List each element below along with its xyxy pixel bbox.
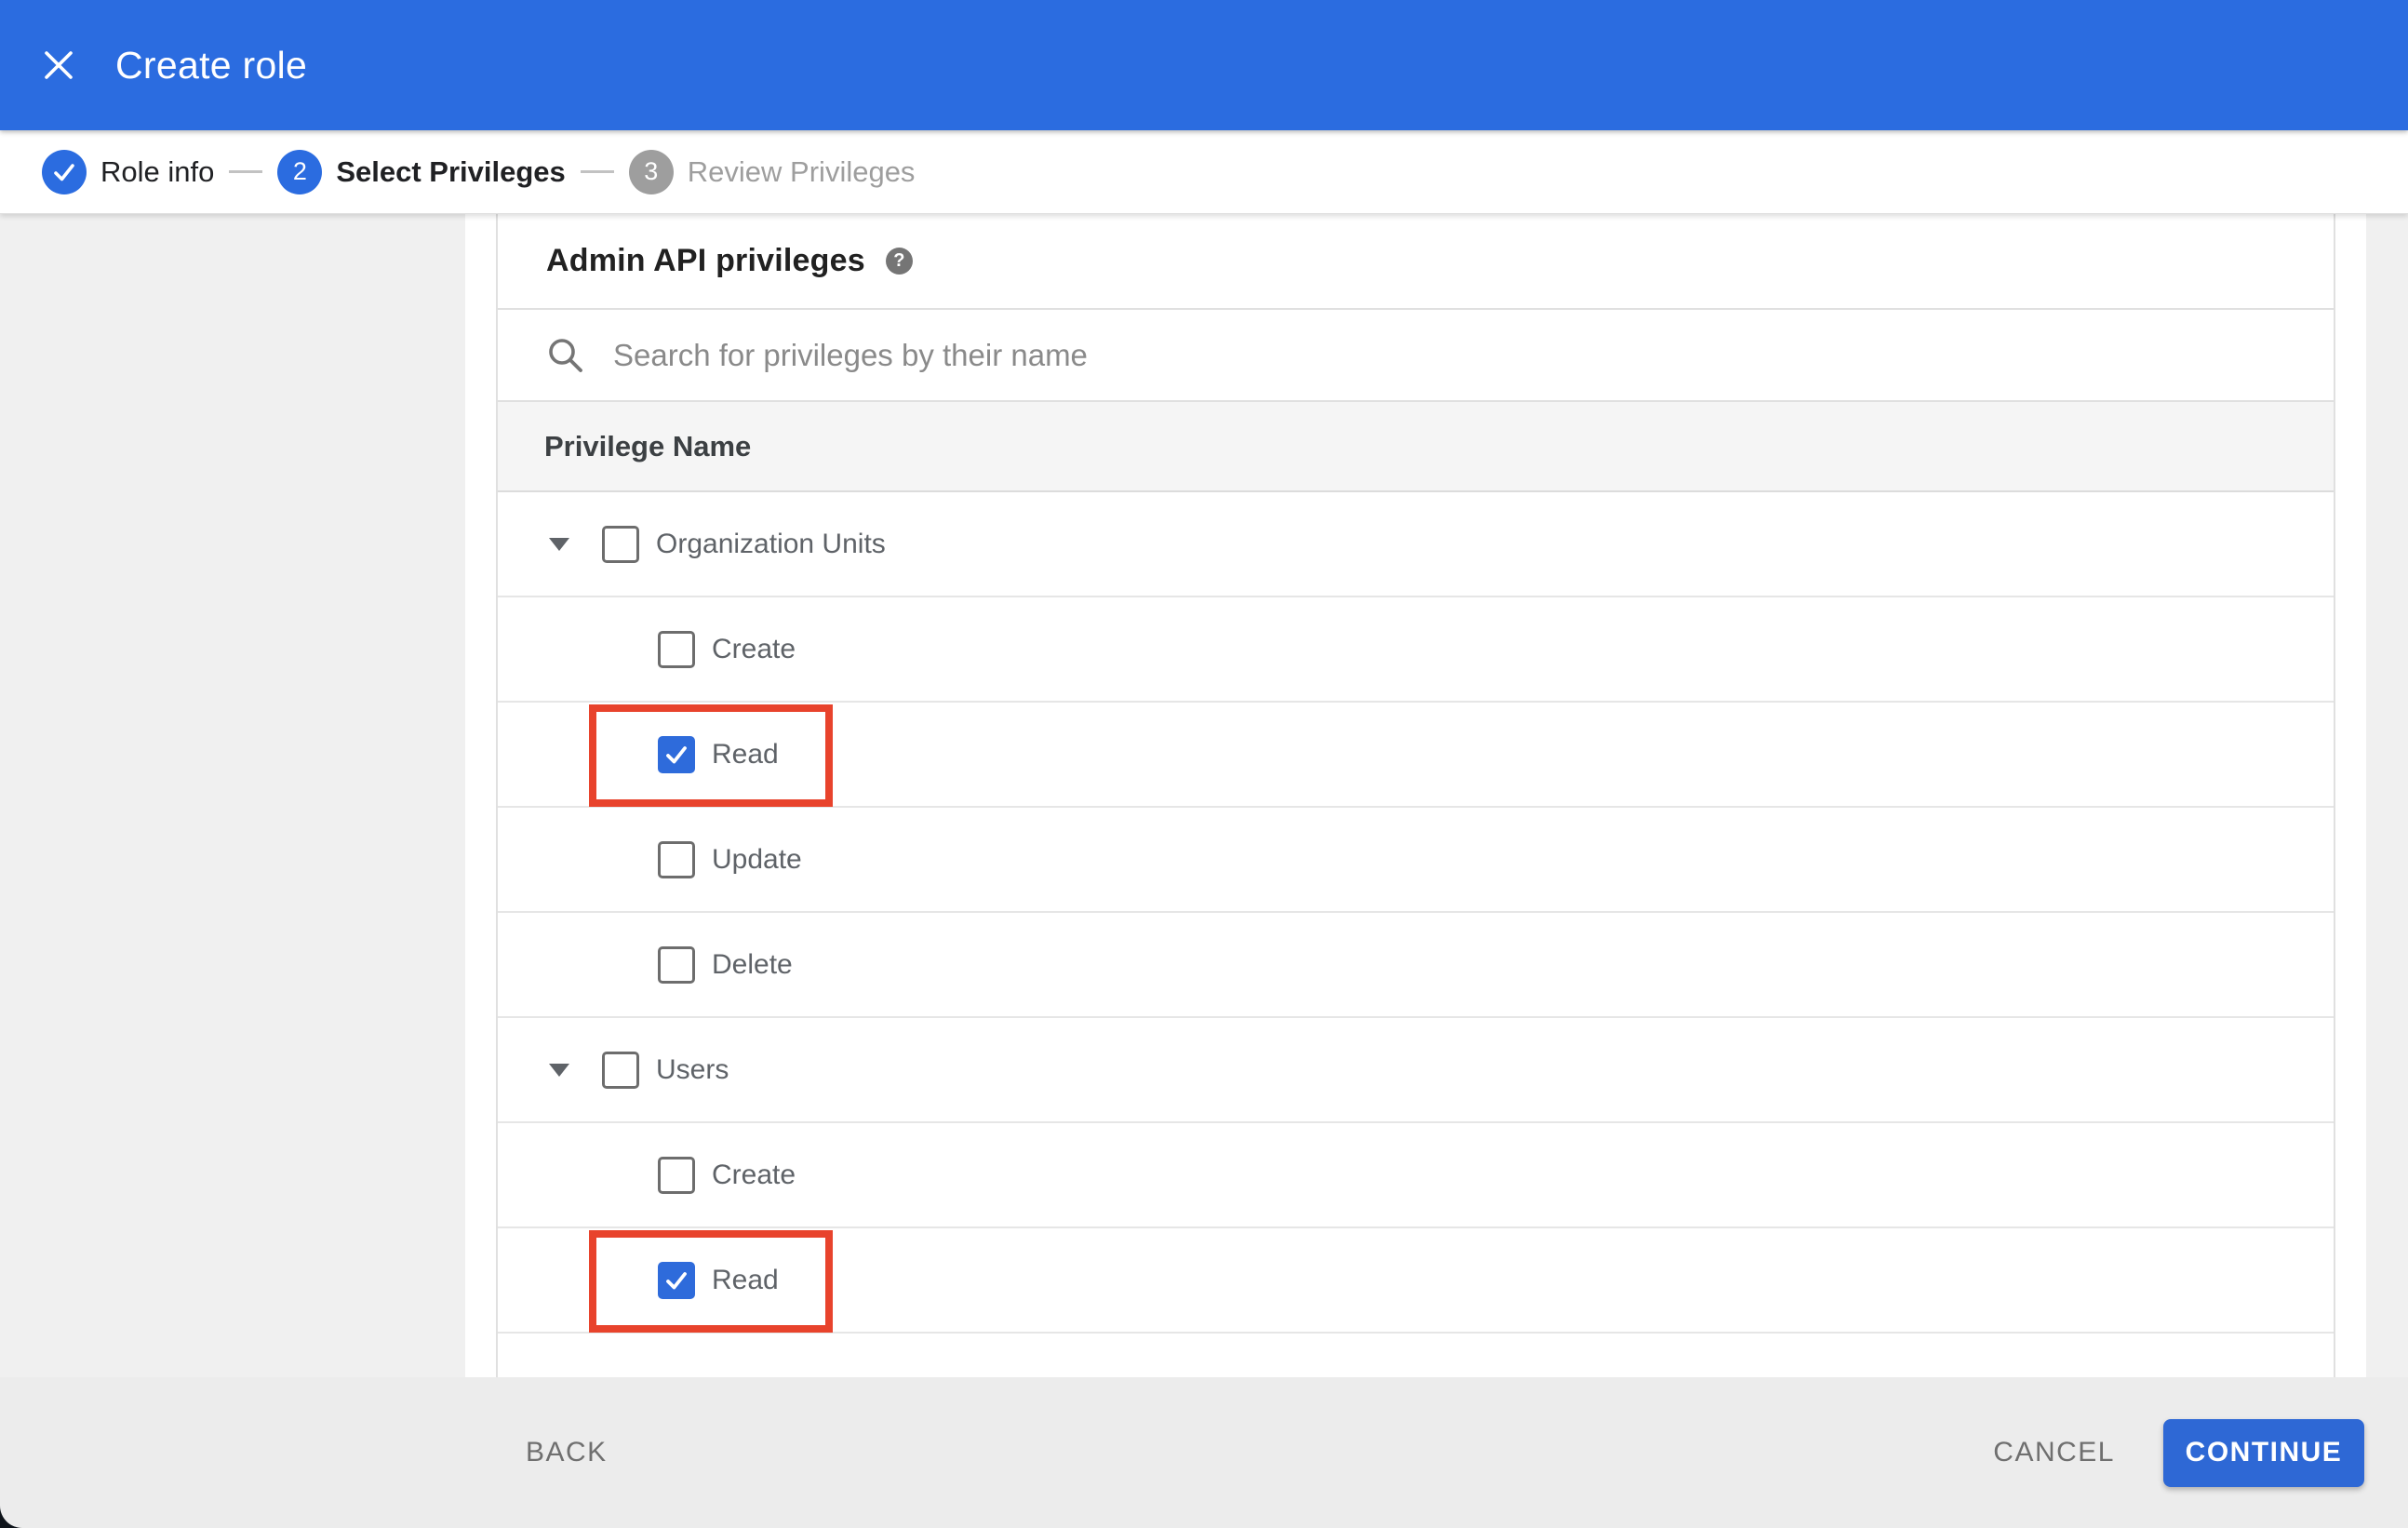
table-column-header: Privilege Name — [498, 402, 2334, 492]
privilege-label: Read — [712, 1264, 779, 1295]
check-icon — [666, 1271, 687, 1289]
privilege-checkbox[interactable] — [658, 945, 695, 984]
search-input[interactable] — [613, 337, 2009, 373]
step1-check-circle — [42, 149, 87, 194]
footer-bar: BACK CANCEL CONTINUE — [0, 1377, 2408, 1528]
collapse-triangle-icon[interactable] — [549, 537, 569, 551]
cancel-button[interactable]: CANCEL — [1993, 1437, 2115, 1468]
step2-label: Select Privileges — [336, 154, 566, 188]
privilege-checkbox[interactable] — [658, 630, 695, 668]
search-icon — [549, 338, 582, 372]
privilege-label: Read — [712, 738, 779, 770]
privilege-checkbox[interactable] — [658, 1156, 695, 1194]
group-checkbox[interactable] — [602, 525, 639, 563]
privilege-child-row: Read — [498, 703, 2334, 808]
check-icon — [54, 163, 74, 181]
section-title: Admin API privileges — [546, 243, 865, 278]
step3-number-circle: 3 — [628, 149, 674, 194]
dialog-title: Create role — [115, 43, 308, 87]
privilege-label: Delete — [712, 948, 793, 980]
content-card: Admin API privileges ? Privilege Name Or… — [465, 214, 2366, 1377]
continue-button[interactable]: CONTINUE — [2163, 1418, 2364, 1487]
group-checkbox[interactable] — [602, 1051, 639, 1089]
privilege-child-row: Update — [498, 808, 2334, 913]
privilege-label: Create — [712, 633, 796, 664]
privilege-checkbox[interactable] — [658, 840, 695, 878]
highlight-annotation-box — [589, 1230, 833, 1333]
privilege-label: Create — [712, 1159, 796, 1190]
privilege-label: Update — [712, 843, 802, 875]
column-header-label: Privilege Name — [544, 429, 752, 462]
privilege-child-row: Create — [498, 1123, 2334, 1228]
privilege-child-row: Delete — [498, 913, 2334, 1018]
back-button[interactable]: BACK — [526, 1437, 608, 1468]
privilege-group-row: Users — [498, 1018, 2334, 1123]
privilege-checkbox[interactable] — [658, 735, 695, 773]
step-connector — [580, 170, 614, 173]
step-connector — [229, 170, 263, 173]
section-header: Admin API privileges ? — [498, 214, 2334, 310]
check-icon — [666, 745, 687, 763]
step-role-info: Role info — [42, 149, 215, 194]
wizard-stepper: Role info 2 Select Privileges 3 Review P… — [0, 130, 2408, 214]
screen-corner — [0, 1506, 22, 1528]
privilege-rows: Organization Units Create Read Update Delete… — [498, 492, 2334, 1334]
highlight-annotation-box — [589, 704, 833, 807]
privilege-checkbox[interactable] — [658, 1261, 695, 1299]
search-row — [498, 310, 2334, 402]
app-bar: Create role — [0, 0, 2408, 130]
privilege-child-row: Create — [498, 597, 2334, 703]
group-label: Organization Units — [656, 528, 886, 559]
step-select-privileges: 2 Select Privileges — [277, 149, 566, 194]
step1-label: Role info — [100, 154, 215, 188]
group-label: Users — [656, 1053, 729, 1085]
privilege-group-row: Organization Units — [498, 492, 2334, 597]
collapse-triangle-icon[interactable] — [549, 1063, 569, 1077]
privileges-table: Admin API privileges ? Privilege Name Or… — [496, 214, 2335, 1377]
step3-label: Review Privileges — [687, 154, 916, 188]
step-review-privileges: 3 Review Privileges — [628, 149, 916, 194]
help-icon[interactable]: ? — [885, 248, 913, 275]
close-icon[interactable] — [41, 47, 76, 83]
privilege-child-row: Read — [498, 1228, 2334, 1334]
step2-number-circle: 2 — [277, 149, 323, 194]
